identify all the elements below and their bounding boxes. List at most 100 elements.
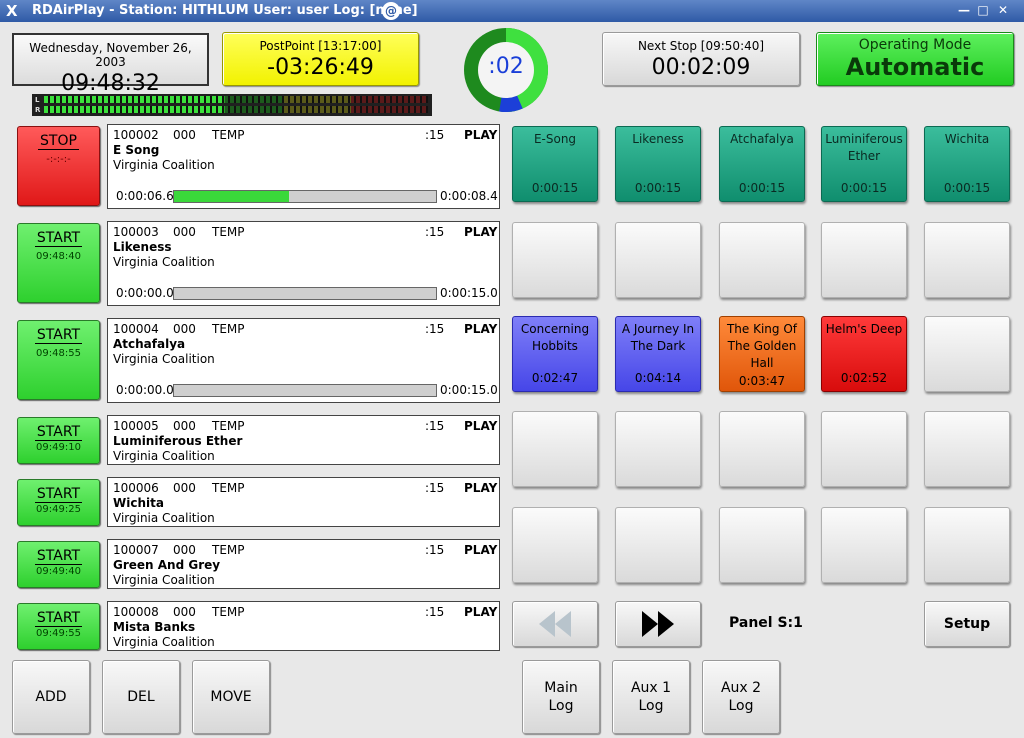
postpoint-button[interactable]: PostPoint [13:17:00] -03:26:49 [222,32,419,86]
cart-button-5[interactable]: Wichita 0:00:15 [924,126,1010,202]
artist: Virginia Coalition [113,255,215,269]
transition: PLAY [464,605,498,619]
aux2-log-button[interactable]: Aux 2 Log [702,660,780,734]
main-log-button[interactable]: Main Log [522,660,600,734]
empty-cart-button[interactable] [512,411,598,487]
empty-cart-button[interactable] [821,507,907,583]
length: :15 [425,605,445,619]
cart-title: Atchafalya [730,132,794,146]
group-name: TEMP [212,481,245,495]
artist: Virginia Coalition [113,352,215,366]
next-panel-button[interactable] [615,601,701,647]
cut-number: 000 [173,605,196,619]
log-item-2[interactable]: 100003 000 TEMP :15 PLAY Likeness Virgin… [107,221,500,306]
artist: Virginia Coalition [113,158,215,172]
position-time: 0:00:00.0 [116,286,174,300]
button-time: 09:49:25 [36,504,81,515]
cart-length: 0:03:47 [738,374,786,388]
button-time: 09:48:40 [36,251,81,262]
log-item-3[interactable]: 100004 000 TEMP :15 PLAY Atchafalya Virg… [107,318,500,403]
cart-title: Wichita [944,132,990,146]
next-stop-button[interactable]: Next Stop [09:50:40] 00:02:09 [602,32,800,86]
artist: Virginia Coalition [113,635,215,649]
pie-value: :02 [488,54,524,79]
cart-title: Concerning Hobbits [520,322,590,353]
minimize-button[interactable]: — [956,3,972,18]
stop-button-1[interactable]: STOP -:-:-:- [17,126,100,206]
empty-cart-button[interactable] [719,507,805,583]
next-stop-value: 00:02:09 [651,55,751,80]
button-label: START [34,230,83,247]
empty-cart-button[interactable] [719,411,805,487]
progress-bar [173,287,437,300]
cart-number: 100007 [113,543,159,557]
button-time: 09:49:40 [36,566,81,577]
empty-cart-button[interactable] [512,507,598,583]
cart-number: 100002 [113,128,159,142]
cart-button-6[interactable]: Concerning Hobbits 0:02:47 [512,316,598,392]
start-button-4[interactable]: START 09:49:10 [17,417,100,464]
cut-number: 000 [173,322,196,336]
title: Likeness [113,240,172,254]
cart-title: E-Song [533,132,577,146]
empty-cart-button[interactable] [615,507,701,583]
transition: PLAY [464,481,498,495]
log-item-1[interactable]: 100002 000 TEMP :15 PLAY E Song Virginia… [107,124,500,209]
wall-clock[interactable]: Wednesday, November 26, 2003 09:48:32 [12,33,209,96]
log-item-7[interactable]: 100008 000 TEMP :15 PLAY Mista Banks Vir… [107,601,500,651]
empty-cart-button[interactable] [512,222,598,298]
cut-number: 000 [173,481,196,495]
length: :15 [425,543,445,557]
cart-button-1[interactable]: E-Song 0:00:15 [512,126,598,202]
aux1-log-label: Aux 1 Log [630,680,672,714]
cart-button-4[interactable]: Luminiferous Ether 0:00:15 [821,126,907,202]
group-name: TEMP [212,322,245,336]
cart-number: 100004 [113,322,159,336]
button-label: START [34,327,83,344]
cart-button-8[interactable]: The King Of The Golden Hall 0:03:47 [719,316,805,392]
empty-cart-button[interactable] [924,222,1010,298]
button-time: 09:49:10 [36,442,81,453]
empty-cart-button[interactable] [924,316,1010,392]
cart-button-3[interactable]: Atchafalya 0:00:15 [719,126,805,202]
cart-button-9[interactable]: Helm's Deep 0:02:52 [821,316,907,392]
move-button[interactable]: MOVE [192,660,270,734]
aux2-log-label: Aux 2 Log [720,680,762,714]
log-item-5[interactable]: 100006 000 TEMP :15 PLAY Wichita Virgini… [107,477,500,527]
log-item-6[interactable]: 100007 000 TEMP :15 PLAY Green And Grey … [107,539,500,589]
start-button-3[interactable]: START 09:48:55 [17,320,100,400]
aux1-log-button[interactable]: Aux 1 Log [612,660,690,734]
operating-mode-button[interactable]: Operating Mode Automatic [816,32,1014,86]
empty-cart-button[interactable] [924,507,1010,583]
title: Mista Banks [113,620,196,634]
empty-cart-button[interactable] [615,411,701,487]
empty-cart-button[interactable] [821,411,907,487]
title: Luminiferous Ether [113,434,243,448]
clock-time: 09:48:32 [61,71,160,96]
rewind-icon [539,611,571,637]
maximize-button[interactable]: □ [975,3,991,18]
delete-button[interactable]: DEL [102,660,180,734]
empty-cart-button[interactable] [821,222,907,298]
start-button-7[interactable]: START 09:49:55 [17,603,100,650]
previous-panel-button[interactable] [512,601,598,647]
meter-right-label: R [35,106,41,114]
cart-button-2[interactable]: Likeness 0:00:15 [615,126,701,202]
cut-number: 000 [173,419,196,433]
group-name: TEMP [212,225,245,239]
cart-number: 100003 [113,225,159,239]
cart-button-7[interactable]: A Journey In The Dark 0:04:14 [615,316,701,392]
next-stop-label: Next Stop [09:50:40] [637,39,765,53]
start-button-5[interactable]: START 09:49:25 [17,479,100,526]
log-item-4[interactable]: 100005 000 TEMP :15 PLAY Luminiferous Et… [107,415,500,465]
remaining-time: 0:00:15.0 [440,286,498,300]
close-button[interactable]: ✕ [995,3,1011,18]
setup-button[interactable]: Setup [924,601,1010,647]
empty-cart-button[interactable] [719,222,805,298]
add-button[interactable]: ADD [12,660,90,734]
empty-cart-button[interactable] [924,411,1010,487]
start-button-6[interactable]: START 09:49:40 [17,541,100,588]
empty-cart-button[interactable] [615,222,701,298]
start-button-2[interactable]: START 09:48:40 [17,223,100,303]
title: E Song [113,143,160,157]
